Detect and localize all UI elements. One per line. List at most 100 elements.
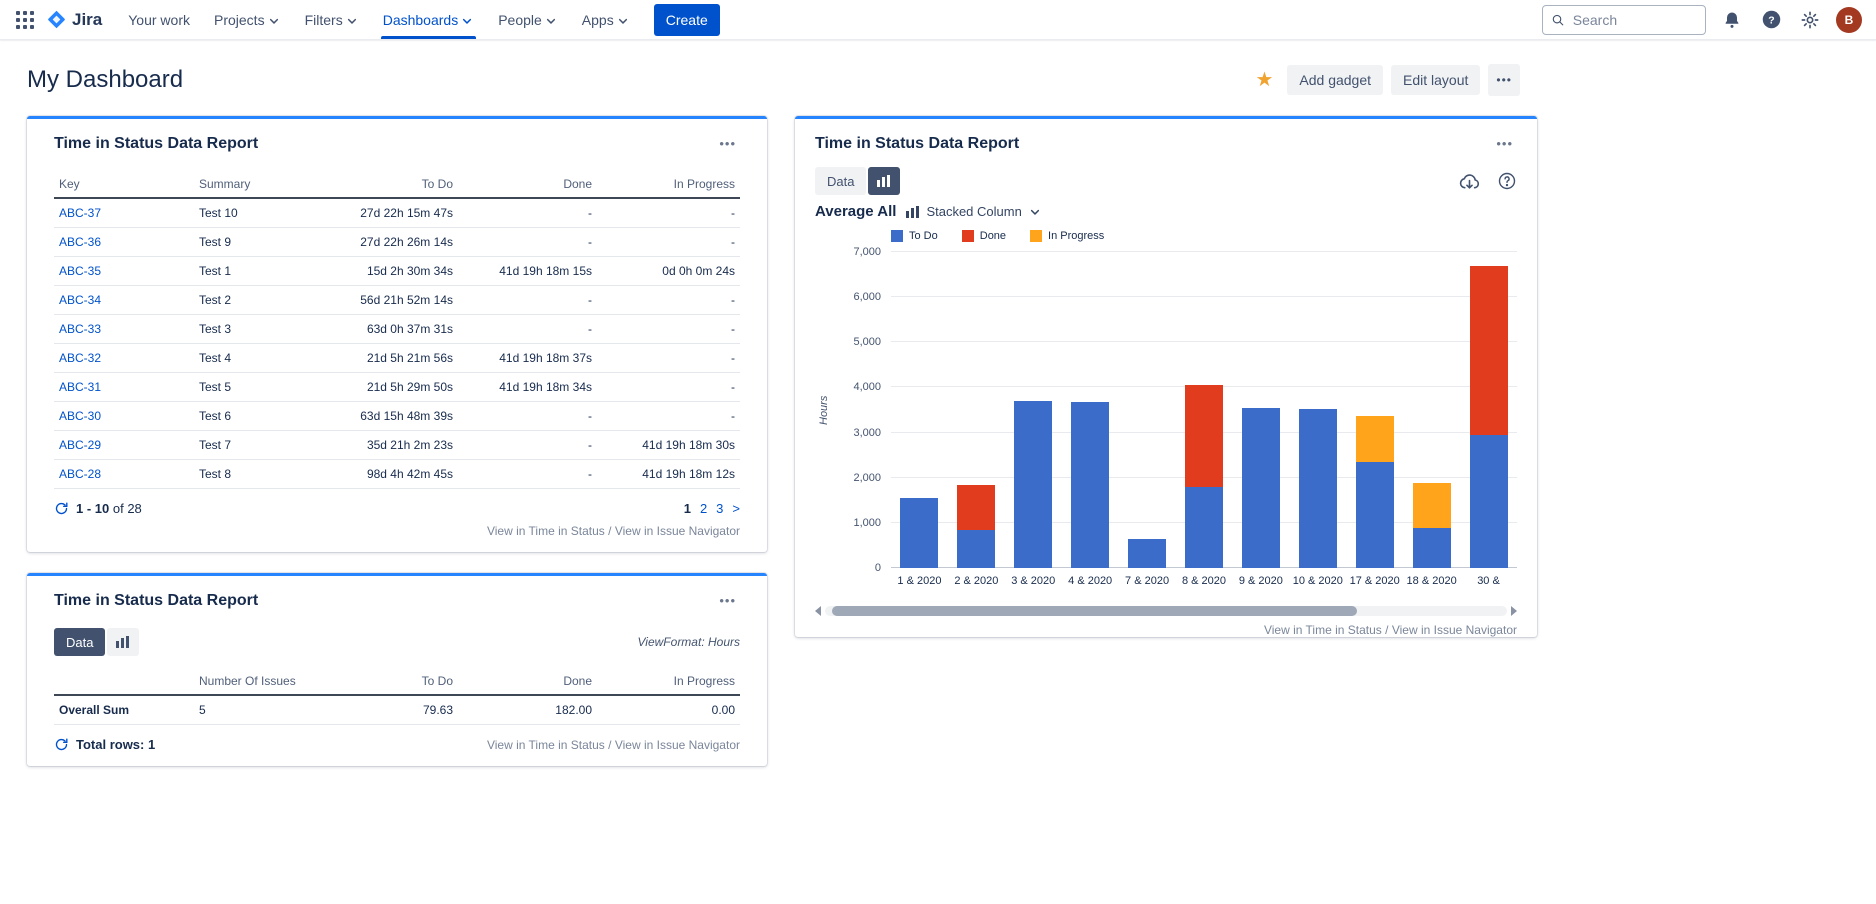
bar-to-do-17-2020[interactable] [1356,462,1394,568]
refresh-icon[interactable] [54,737,69,752]
issue-key-link[interactable]: ABC-28 [59,467,101,481]
favorite-star-icon[interactable]: ★ [1255,70,1273,90]
gadget-more-button[interactable]: ••• [1492,134,1517,153]
inprogress-cell: - [597,198,740,228]
x-tick-label: 10 & 2020 [1289,575,1346,587]
app-switcher-icon[interactable] [10,5,40,35]
issue-key-link[interactable]: ABC-35 [59,264,101,278]
dashboard-more-button[interactable]: ••• [1488,64,1520,96]
view-in-issue-navigator-link[interactable]: View in Issue Navigator [615,738,740,752]
search-box[interactable] [1542,5,1706,35]
gadget-footer: View in Time in Status / View in Issue N… [54,524,740,538]
gadget-footer: View in Time in Status / View in Issue N… [815,623,1517,637]
primary-nav: Your work Projects Filters Dashboards People… [116,0,641,39]
nav-item-your-work[interactable]: Your work [122,0,196,39]
view-in-issue-navigator-link[interactable]: View in Issue Navigator [1392,623,1517,637]
gadget-more-button[interactable]: ••• [715,591,740,610]
nav-item-apps[interactable]: Apps [576,0,636,39]
data-tab[interactable]: Data [54,628,105,656]
refresh-icon[interactable] [54,501,69,516]
issue-key-link[interactable]: ABC-37 [59,206,101,220]
bar-in-progress-17-2020[interactable] [1356,416,1394,462]
inprogress-cell: - [597,402,740,431]
chart-horizontal-scrollbar[interactable] [815,605,1517,617]
add-gadget-button[interactable]: Add gadget [1287,65,1383,95]
x-tick-label: 1 & 2020 [891,575,948,587]
nav-item-people[interactable]: People [492,0,564,39]
bar-done-2-2020[interactable] [957,485,995,530]
bar-to-do-9-2020[interactable] [1242,408,1280,568]
chart-type-dropdown[interactable]: Stacked Column [906,204,1041,219]
y-tick-label: 3,000 [853,427,881,439]
view-in-time-in-status-link[interactable]: View in Time in Status [487,524,605,538]
gadget-time-in-status-summary: Time in Status Data Report ••• Data View… [27,573,767,766]
view-in-time-in-status-link[interactable]: View in Time in Status [1264,623,1382,637]
next-page-link[interactable]: > [732,501,740,516]
bar-in-progress-18-2020[interactable] [1413,483,1451,528]
create-button[interactable]: Create [654,4,720,36]
bar-to-do-10-2020[interactable] [1299,409,1337,568]
scroll-right-arrow[interactable] [1511,606,1517,616]
gadget-more-button[interactable]: ••• [715,134,740,153]
legend-item-in-progress[interactable]: In Progress [1030,230,1104,242]
legend-swatch [1030,230,1042,242]
data-tab[interactable]: Data [815,167,866,195]
bar-to-do-30[interactable] [1470,435,1508,568]
nav-item-projects[interactable]: Projects [208,0,287,39]
scrollbar-track[interactable] [825,606,1507,616]
gadget-title: Time in Status Data Report [54,592,258,610]
issue-key-link[interactable]: ABC-32 [59,351,101,365]
issue-key-link[interactable]: ABC-36 [59,235,101,249]
jira-logo[interactable]: Jira [46,9,102,30]
edit-layout-button[interactable]: Edit layout [1391,65,1480,95]
scrollbar-thumb[interactable] [832,606,1357,616]
scroll-left-arrow[interactable] [815,606,821,616]
issue-key-link[interactable]: ABC-30 [59,409,101,423]
bar-to-do-18-2020[interactable] [1413,528,1451,568]
column-header-in-progress: In Progress [597,171,740,198]
help-icon[interactable]: ? [1758,7,1784,33]
done-cell: 41d 19h 18m 34s [458,373,597,402]
bar-done-30[interactable] [1470,266,1508,435]
notifications-bell-icon[interactable] [1719,7,1745,33]
issue-key-link[interactable]: ABC-33 [59,322,101,336]
table-row: ABC-34Test 256d 21h 52m 14s-- [54,286,740,315]
chevron-down-icon [616,14,630,28]
bar-to-do-1-2020[interactable] [900,498,938,568]
x-tick-label: 30 & [1460,575,1517,587]
chart-tab[interactable] [868,167,900,195]
page-link-2[interactable]: 2 [700,501,707,516]
view-in-time-in-status-link[interactable]: View in Time in Status [487,738,605,752]
chevron-down-icon [345,14,359,28]
bar-chart-icon [116,636,130,648]
legend-item-to-do[interactable]: To Do [891,230,938,242]
bar-to-do-2-2020[interactable] [957,530,995,568]
export-download-icon[interactable] [1458,172,1481,191]
view-format-label: ViewFormat: Hours [638,635,740,649]
issue-key-link[interactable]: ABC-31 [59,380,101,394]
bar-to-do-8-2020[interactable] [1185,487,1223,568]
page-link-1[interactable]: 1 [684,501,691,516]
issue-key-link[interactable]: ABC-34 [59,293,101,307]
nav-item-filters[interactable]: Filters [299,0,365,39]
nav-item-dashboards[interactable]: Dashboards [377,0,481,39]
average-all-label: Average All [815,203,896,220]
bar-done-8-2020[interactable] [1185,385,1223,487]
chart-tab[interactable] [107,628,139,656]
todo-cell: 35d 21h 2m 23s [324,431,458,460]
legend-item-done[interactable]: Done [962,230,1006,242]
table-row: ABC-33Test 363d 0h 37m 31s-- [54,315,740,344]
search-input[interactable] [1571,11,1697,29]
bar-to-do-3-2020[interactable] [1014,401,1052,568]
gadget-title: Time in Status Data Report [54,135,258,153]
page-link-3[interactable]: 3 [716,501,723,516]
user-avatar[interactable]: B [1836,7,1862,33]
settings-gear-icon[interactable] [1797,7,1823,33]
bar-to-do-4-2020[interactable] [1071,402,1109,568]
x-tick-label: 9 & 2020 [1232,575,1289,587]
bar-to-do-7-2020[interactable] [1128,539,1166,568]
issue-key-link[interactable]: ABC-29 [59,438,101,452]
summary-cell: Test 1 [194,257,324,286]
view-in-issue-navigator-link[interactable]: View in Issue Navigator [615,524,740,538]
chart-help-icon[interactable] [1497,171,1517,191]
